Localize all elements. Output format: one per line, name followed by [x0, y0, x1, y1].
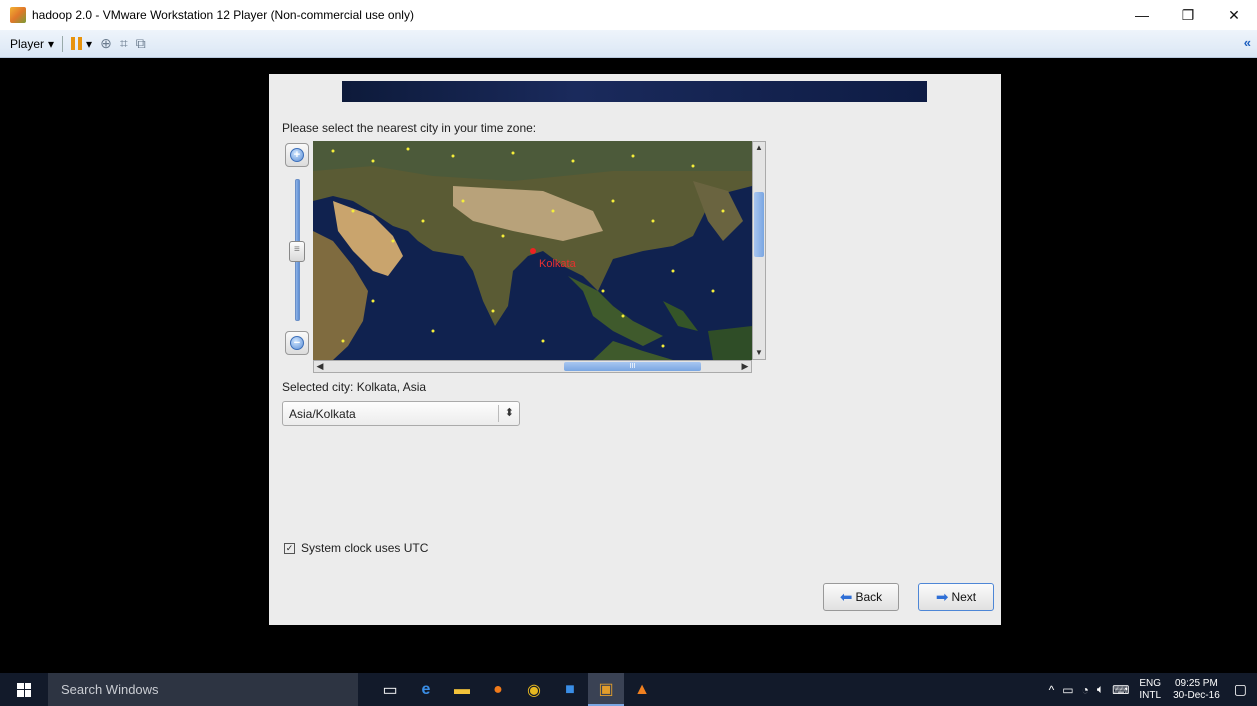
scroll-grip: III: [629, 363, 636, 370]
chevron-up-icon[interactable]: ^: [1049, 683, 1055, 697]
vm-display[interactable]: Please select the nearest city in your t…: [10, 58, 1257, 673]
language-code: ENG: [1139, 677, 1162, 689]
task-view-icon[interactable]: ▭: [372, 673, 408, 706]
volume-icon[interactable]: 🔈︎: [1097, 682, 1104, 697]
utc-checkbox-label: System clock uses UTC: [301, 541, 429, 555]
action-center-icon[interactable]: ▢: [1234, 681, 1247, 698]
next-button[interactable]: ➡ Next: [918, 583, 994, 611]
vmware-app-icon: [10, 7, 26, 23]
vlc-icon[interactable]: ▲: [624, 673, 660, 706]
arrow-left-icon: ⬅: [839, 588, 853, 606]
window-titlebar: hadoop 2.0 - VMware Workstation 12 Playe…: [0, 0, 1257, 30]
next-button-label: Next: [951, 590, 977, 604]
select-divider: [498, 405, 499, 422]
pause-dropdown-icon[interactable]: ▾: [86, 37, 92, 51]
file-explorer-icon[interactable]: ▬: [444, 673, 480, 706]
updown-caret-icon: ⬍: [504, 407, 514, 419]
map-vertical-scrollbar[interactable]: ▲ ▼: [752, 141, 766, 360]
vertical-scroll-thumb[interactable]: [754, 192, 764, 257]
vmware-icon[interactable]: ▣: [588, 673, 624, 706]
back-button-label: Back: [855, 590, 883, 604]
installer-window: Please select the nearest city in your t…: [269, 74, 1001, 625]
restore-button[interactable]: ❐: [1165, 0, 1211, 30]
start-button[interactable]: [0, 673, 48, 706]
utc-checkbox-row[interactable]: ✓ System clock uses UTC: [284, 541, 428, 555]
selected-city-text: Selected city: Kolkata, Asia: [282, 380, 427, 394]
utc-checkbox[interactable]: ✓: [284, 542, 295, 554]
zoom-in-button[interactable]: +: [285, 143, 309, 167]
timezone-select[interactable]: Asia/Kolkata ⬍: [282, 401, 520, 426]
battery-icon[interactable]: ▭: [1062, 683, 1073, 697]
timezone-prompt: Please select the nearest city in your t…: [282, 121, 537, 135]
arrow-right-icon: ➡: [935, 588, 949, 606]
scroll-down-icon[interactable]: ▼: [754, 347, 764, 359]
close-button[interactable]: ✕: [1211, 0, 1257, 30]
back-button[interactable]: ⬅ Back: [823, 583, 899, 611]
selected-city-label: Kolkata: [539, 258, 577, 270]
zoom-out-button[interactable]: −: [285, 331, 309, 355]
taskbar-apps: ▭ e ▬ ● ◉ ■ ▣ ▲: [372, 673, 660, 706]
timezone-map[interactable]: Kolkata: [313, 141, 752, 360]
window-title: hadoop 2.0 - VMware Workstation 12 Playe…: [32, 8, 414, 22]
toolbar-divider: [62, 35, 64, 52]
scroll-up-icon[interactable]: ▲: [754, 142, 764, 154]
clock-date: 30-Dec-16: [1173, 689, 1220, 701]
windows-taskbar: Search Windows ▭ e ▬ ● ◉ ■ ▣ ▲ ^ ▭ ◔ 🔈︎ …: [0, 673, 1257, 706]
zoom-in-icon: +: [290, 148, 304, 162]
player-menu-label: Player: [10, 36, 45, 51]
player-toolbar: Player ▾ ▾ ⊕ ⌗ ⧉ «: [0, 30, 1257, 58]
world-map-graphic: Kolkata: [313, 141, 752, 360]
clock-time: 09:25 PM: [1175, 677, 1218, 689]
map-horizontal-scrollbar[interactable]: ◀ III ▶: [313, 360, 752, 373]
scroll-left-icon[interactable]: ◀: [314, 361, 326, 372]
pause-icon[interactable]: [71, 37, 83, 50]
map-zoom-panel: + −: [282, 141, 312, 363]
unity-icon[interactable]: ⧉: [136, 35, 146, 52]
horizontal-scroll-thumb[interactable]: III: [564, 362, 701, 371]
chevron-down-icon: ▾: [48, 36, 55, 51]
taskbar-search-box[interactable]: Search Windows: [48, 673, 358, 706]
taskbar-clock[interactable]: 09:25 PM 30-Dec-16: [1173, 678, 1220, 702]
timezone-select-value: Asia/Kolkata: [289, 407, 356, 421]
wifi-icon[interactable]: ◔: [1082, 683, 1089, 697]
windows-logo-icon: [17, 682, 31, 697]
fullscreen-icon[interactable]: ⌗: [120, 35, 128, 52]
edge-icon[interactable]: e: [408, 673, 444, 706]
ctrl-alt-del-icon[interactable]: ⊕: [100, 35, 112, 52]
keyboard-icon[interactable]: ⌨: [1112, 683, 1129, 697]
player-menu-button[interactable]: Player ▾: [10, 37, 54, 51]
keyboard-layout: INTL: [1139, 689, 1162, 701]
installer-banner: [342, 81, 927, 102]
window-controls: — ❐ ✕: [1119, 0, 1257, 30]
zoom-slider-thumb[interactable]: [289, 241, 305, 262]
zoom-out-icon: −: [290, 336, 304, 350]
firefox-icon[interactable]: ●: [480, 673, 516, 706]
store-icon[interactable]: ■: [552, 673, 588, 706]
collapse-toolbar-icon[interactable]: «: [1244, 35, 1251, 50]
language-indicator[interactable]: ENG INTL: [1139, 678, 1161, 702]
chrome-icon[interactable]: ◉: [516, 673, 552, 706]
scroll-right-icon[interactable]: ▶: [739, 361, 751, 372]
minimize-button[interactable]: —: [1119, 0, 1165, 30]
system-tray: ^ ▭ ◔ 🔈︎ ⌨ ENG INTL 09:25 PM 30-Dec-16 ▢: [1045, 673, 1257, 706]
